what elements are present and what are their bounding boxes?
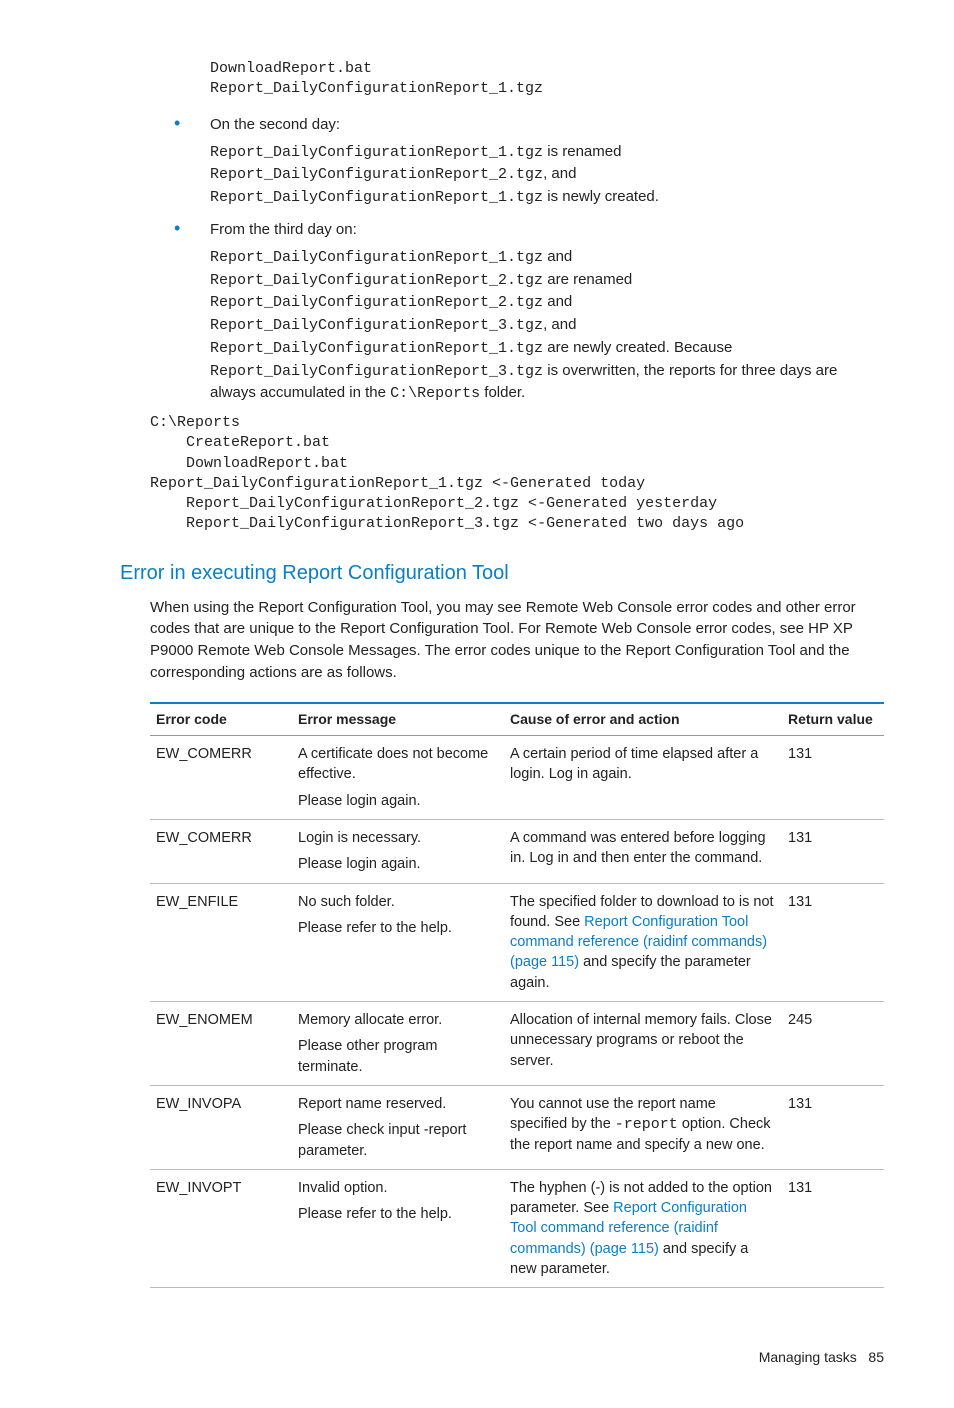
page-footer: Managing tasks 85	[150, 1348, 884, 1368]
table-row: EW_INVOPAReport name reserved.Please che…	[150, 1085, 884, 1169]
section-heading: Error in executing Report Configuration …	[120, 559, 884, 587]
footer-page-number: 85	[868, 1349, 884, 1365]
table-row: EW_ENOMEMMemory allocate error.Please ot…	[150, 1002, 884, 1086]
bullet-item: From the third day on:	[150, 219, 884, 240]
table-header: Cause of error and action	[504, 703, 782, 736]
bullet-body: Report_DailyConfigurationReport_1.tgz an…	[210, 246, 884, 405]
table-row: EW_INVOPTInvalid option.Please refer to …	[150, 1169, 884, 1287]
table-header: Return value	[782, 703, 884, 736]
footer-section: Managing tasks	[759, 1349, 857, 1365]
table-header: Error message	[292, 703, 504, 736]
table-header: Error code	[150, 703, 292, 736]
table-row: EW_ENFILENo such folder.Please refer to …	[150, 883, 884, 1001]
table-row: EW_COMERRA certificate does not become e…	[150, 736, 884, 820]
code-block: DownloadReport.bat Report_DailyConfigura…	[210, 59, 884, 100]
code-block: C:\Reports CreateReport.bat DownloadRepo…	[150, 413, 884, 535]
error-codes-table: Error codeError messageCause of error an…	[150, 702, 884, 1289]
bullet-list: On the second day: Report_DailyConfigurat…	[150, 114, 884, 406]
bullet-item: On the second day:	[150, 114, 884, 135]
table-row: EW_COMERRLogin is necessary.Please login…	[150, 819, 884, 883]
section-paragraph: When using the Report Configuration Tool…	[150, 597, 884, 684]
bullet-body: Report_DailyConfigurationReport_1.tgz is…	[210, 141, 884, 209]
